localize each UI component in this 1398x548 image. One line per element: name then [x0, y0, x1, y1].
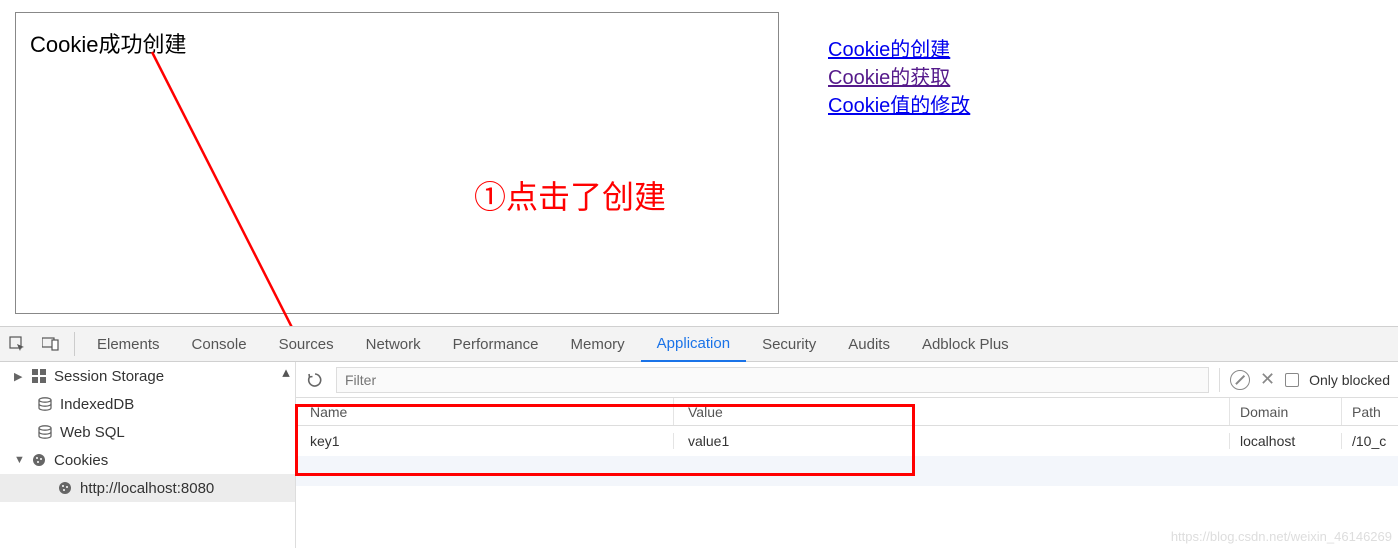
sidebar-item-cookies[interactable]: ▼ Cookies [0, 446, 295, 474]
sidebar-item-label: Cookies [54, 452, 108, 469]
link-list: Cookie的创建 Cookie的获取 Cookie值的修改 [828, 36, 970, 120]
cell-path: /10_c [1342, 433, 1398, 449]
cookie-icon [30, 453, 48, 467]
cell-name: key1 [296, 433, 674, 449]
tab-memory[interactable]: Memory [555, 326, 641, 362]
sidebar-item-cookie-origin[interactable]: http://localhost:8080 [0, 474, 295, 502]
database-icon [36, 397, 54, 411]
cookie-panel: ✕ Only blocked Name Value Domain Path ke… [296, 362, 1398, 548]
tab-application[interactable]: Application [641, 326, 746, 362]
link-cookie-modify[interactable]: Cookie值的修改 [828, 92, 970, 120]
annotation-step1: ①点击了创建 [474, 172, 666, 218]
header-name[interactable]: Name [296, 398, 674, 425]
table-row[interactable]: key1 value1 localhost /10_c [296, 426, 1398, 456]
sidebar-item-label: IndexedDB [60, 396, 134, 413]
only-blocked-checkbox[interactable] [1285, 373, 1299, 387]
cookie-table: Name Value Domain Path key1 value1 local… [296, 398, 1398, 548]
cell-domain: localhost [1230, 433, 1342, 449]
filter-bar: ✕ Only blocked [296, 362, 1398, 398]
sidebar-item-label: http://localhost:8080 [80, 480, 214, 497]
sidebar-item-websql[interactable]: Web SQL [0, 418, 295, 446]
watermark: https://blog.csdn.net/weixin_46146269 [1171, 529, 1392, 544]
filter-input[interactable] [336, 367, 1209, 393]
table-header: Name Value Domain Path [296, 398, 1398, 426]
chevron-down-icon: ▼ [14, 454, 24, 466]
tab-adblock-plus[interactable]: Adblock Plus [906, 326, 1025, 362]
page-content-frame: Cookie成功创建 [15, 12, 779, 314]
tab-network[interactable]: Network [350, 326, 437, 362]
tab-sources[interactable]: Sources [263, 326, 350, 362]
sidebar-item-label: Session Storage [54, 368, 164, 385]
divider [74, 332, 75, 356]
divider [1219, 368, 1220, 392]
clear-all-icon[interactable] [1230, 370, 1250, 390]
refresh-icon[interactable] [304, 362, 326, 398]
cell-value: value1 [674, 433, 1230, 449]
tab-console[interactable]: Console [176, 326, 263, 362]
tab-audits[interactable]: Audits [832, 326, 906, 362]
tab-elements[interactable]: Elements [81, 326, 176, 362]
sidebar-item-session-storage[interactable]: ▶ Session Storage [0, 362, 295, 390]
device-toggle-icon[interactable] [34, 326, 68, 362]
chevron-right-icon: ▶ [14, 370, 24, 383]
tab-security[interactable]: Security [746, 326, 832, 362]
link-cookie-create[interactable]: Cookie的创建 [828, 36, 970, 64]
header-value[interactable]: Value [674, 398, 1230, 425]
devtools-body: ▴ ▶ Session Storage IndexedDB Web SQL ▼ … [0, 362, 1398, 548]
sidebar-item-label: Web SQL [60, 424, 125, 441]
header-domain[interactable]: Domain [1230, 398, 1342, 425]
tab-performance[interactable]: Performance [437, 326, 555, 362]
inspect-icon[interactable] [0, 326, 34, 362]
table-row[interactable] [296, 456, 1398, 486]
header-path[interactable]: Path [1342, 398, 1398, 425]
database-icon [36, 425, 54, 439]
only-blocked-label: Only blocked [1309, 372, 1390, 388]
link-cookie-get[interactable]: Cookie的获取 [828, 64, 970, 92]
sidebar-item-indexeddb[interactable]: IndexedDB [0, 390, 295, 418]
close-icon[interactable]: ✕ [1260, 369, 1275, 390]
grid-icon [30, 369, 48, 383]
scroll-up-icon[interactable]: ▴ [277, 362, 295, 382]
storage-sidebar: ▴ ▶ Session Storage IndexedDB Web SQL ▼ … [0, 362, 296, 548]
devtools-tab-bar: Elements Console Sources Network Perform… [0, 326, 1398, 362]
cookie-icon [56, 481, 74, 495]
page-message: Cookie成功创建 [30, 27, 764, 59]
